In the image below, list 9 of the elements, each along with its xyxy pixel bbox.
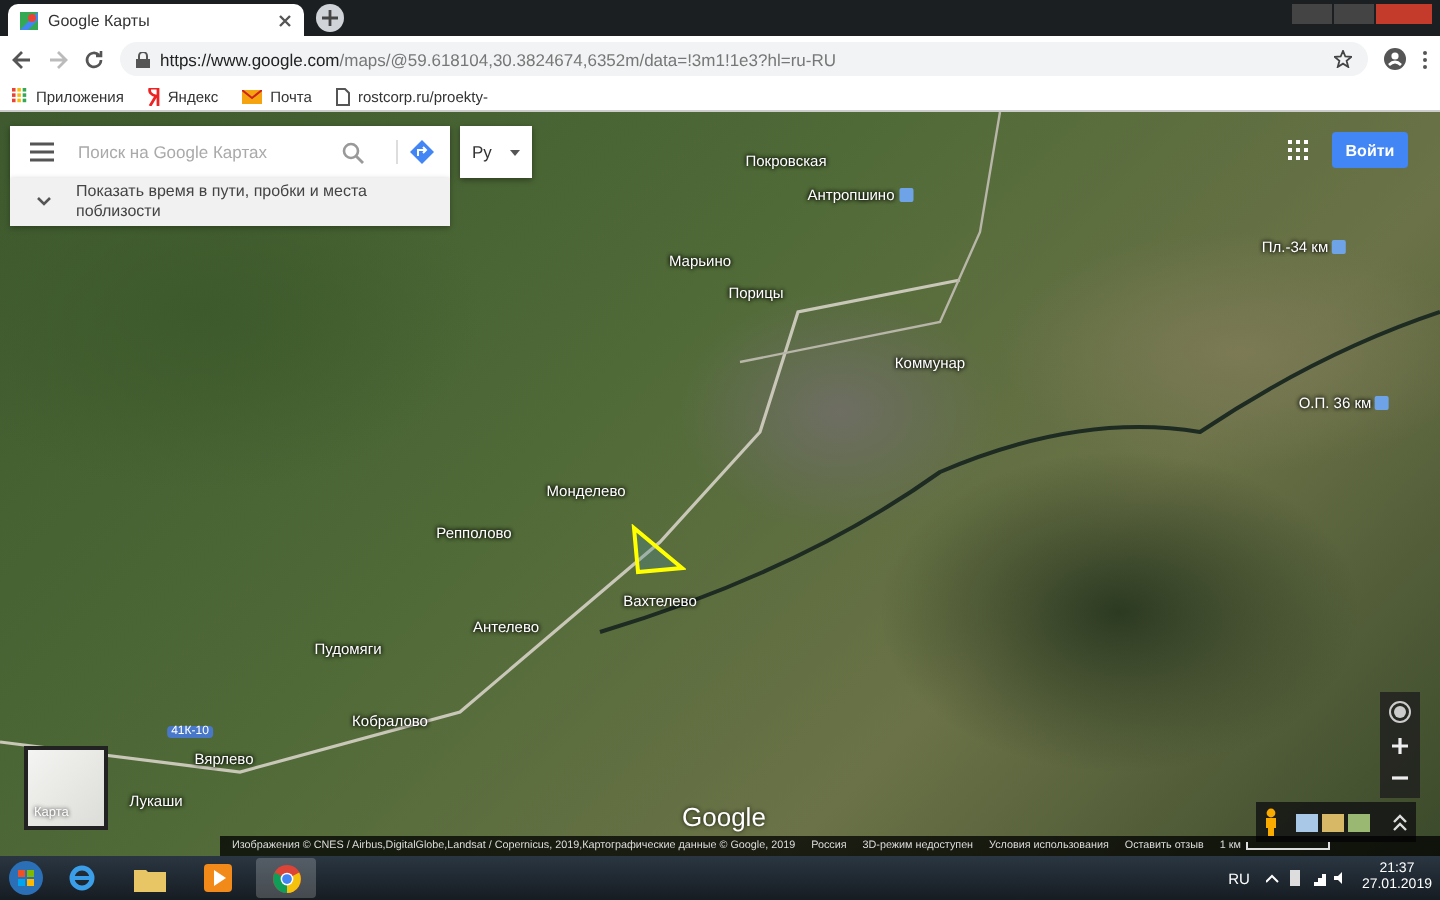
url-text: https://www.google.com/maps/@59.618104,30.3824674,6352m/data=!3m1!1e3?hl=ru-RU [160, 49, 836, 69]
sign-in-button[interactable]: Войти [1332, 132, 1408, 168]
address-bar[interactable]: https://www.google.com/maps/@59.618104,30.3824674,6352m/data=!3m1!1e3?hl=ru-RU [120, 42, 1368, 76]
language-dropdown[interactable]: Ру [460, 126, 532, 178]
travel-info-panel[interactable]: Показать время в пути, пробки и места поблизости [10, 178, 450, 226]
travel-info-text: Показать время в пути, пробки и места поблизости [76, 182, 369, 222]
search-box[interactable]: Поиск на Google Картах [10, 126, 450, 178]
browser-tab[interactable]: Google Карты [8, 4, 304, 36]
map-logo: Google [682, 802, 766, 832]
